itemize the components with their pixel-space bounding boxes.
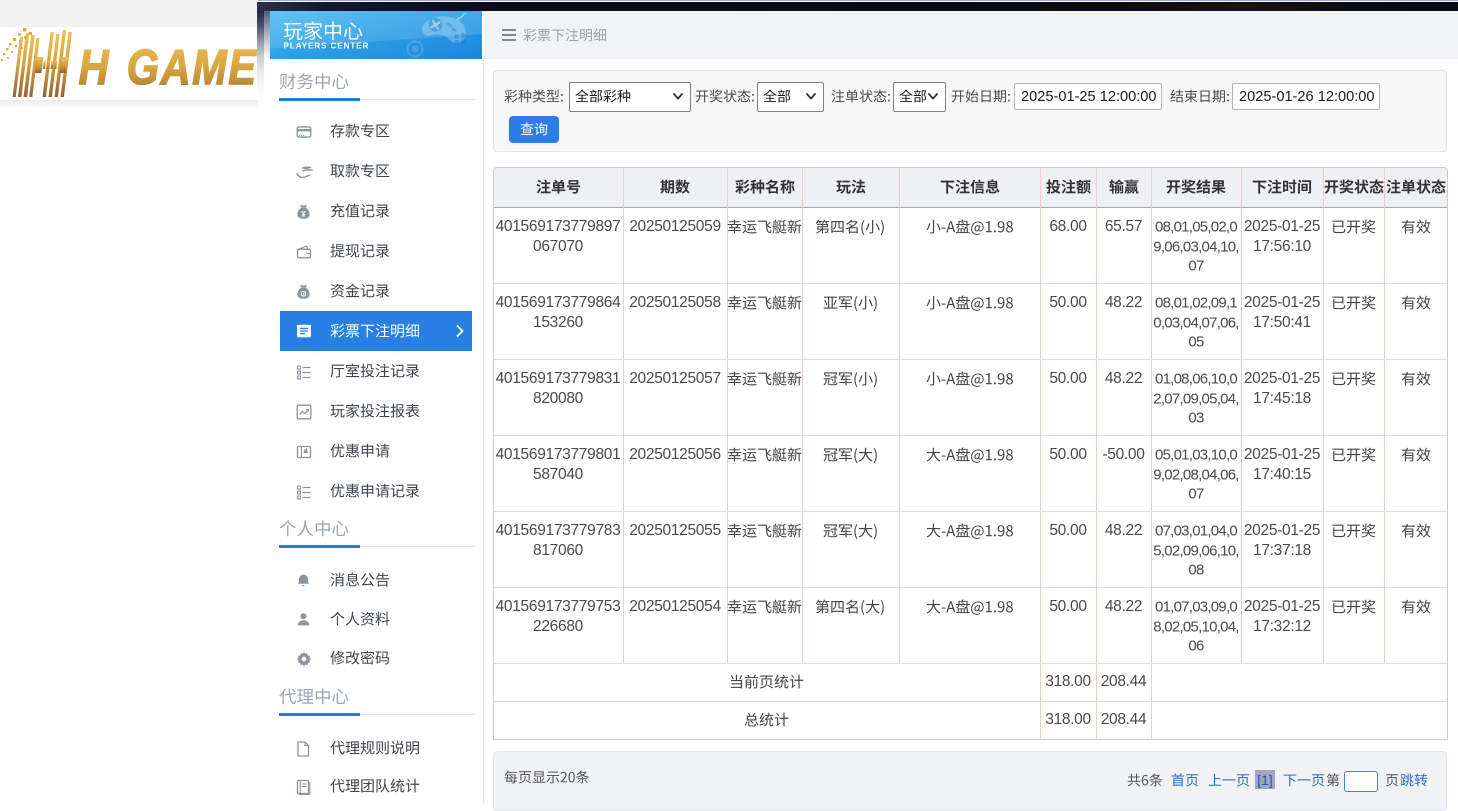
svg-text:H: H: [79, 40, 111, 95]
svg-text:GAMES: GAMES: [127, 40, 258, 95]
